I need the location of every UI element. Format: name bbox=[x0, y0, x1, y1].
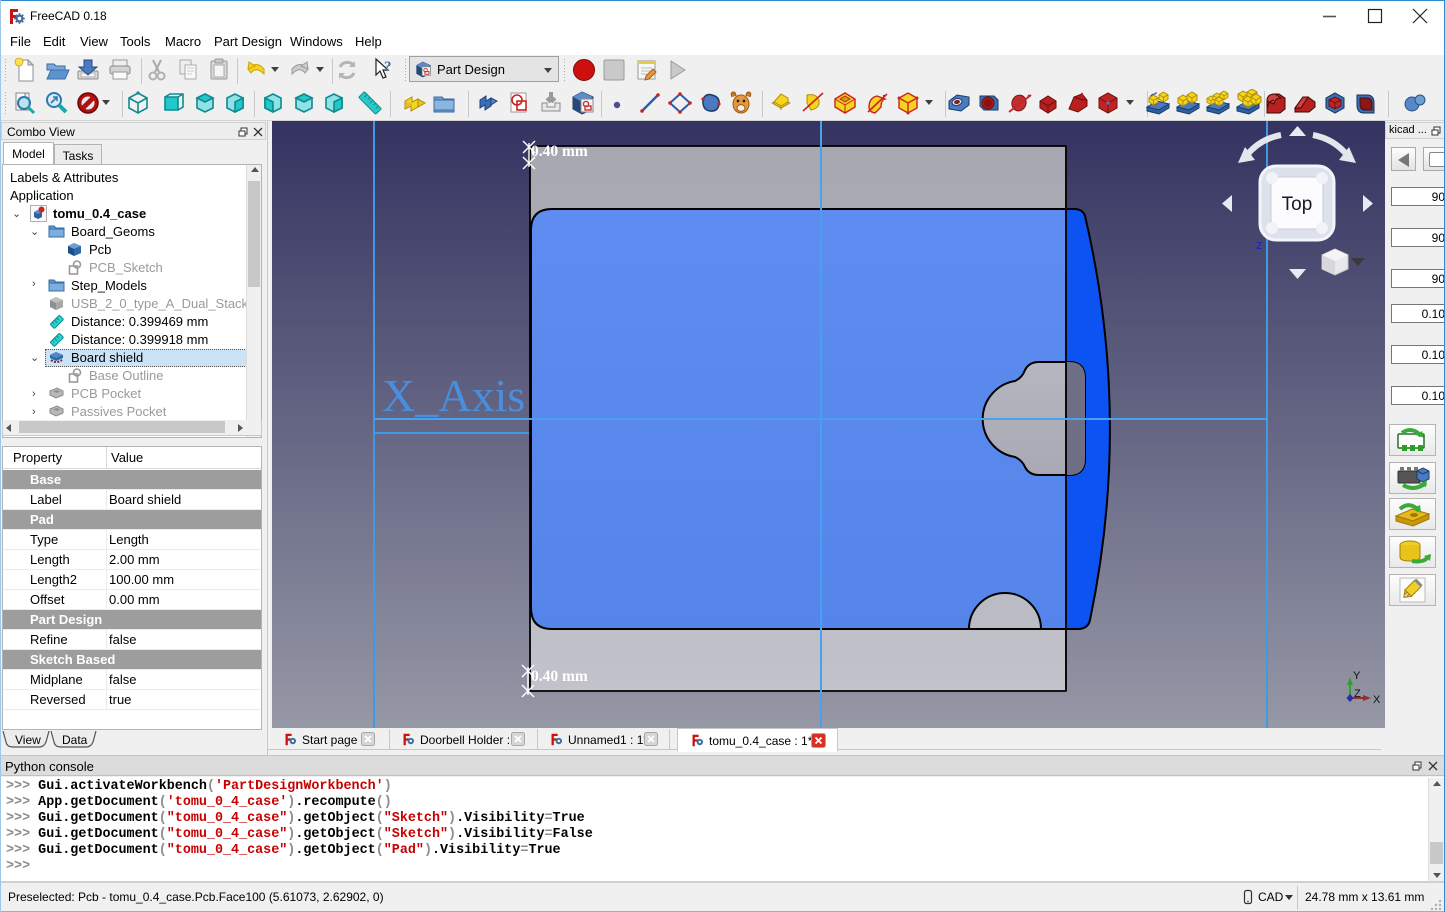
svg-text:Z: Z bbox=[1354, 688, 1361, 700]
svg-text:z: z bbox=[1256, 237, 1263, 252]
svg-text:?: ? bbox=[384, 59, 392, 75]
svg-text:0.40 mm: 0.40 mm bbox=[531, 668, 588, 685]
svg-text:Y: Y bbox=[1353, 670, 1361, 682]
svg-text:X_Axis: X_Axis bbox=[382, 370, 525, 421]
svg-text:X: X bbox=[1373, 694, 1380, 706]
svg-text:Data: Data bbox=[62, 733, 88, 747]
svg-text:0.40 mm: 0.40 mm bbox=[531, 143, 588, 160]
svg-text:View: View bbox=[15, 733, 41, 747]
svg-text:Top: Top bbox=[1282, 194, 1313, 215]
